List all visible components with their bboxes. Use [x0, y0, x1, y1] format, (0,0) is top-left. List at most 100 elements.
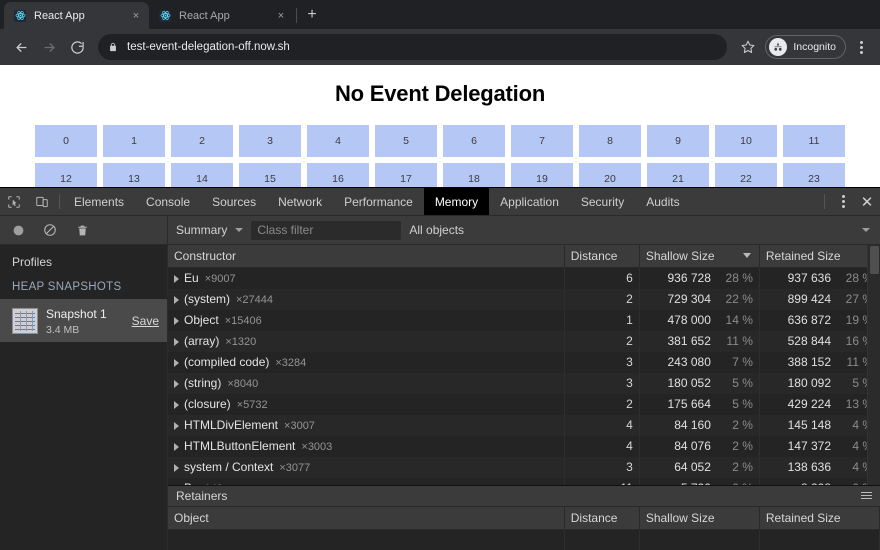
- vertical-scrollbar[interactable]: [867, 245, 880, 485]
- no-entry-icon[interactable]: [40, 220, 60, 240]
- table-row[interactable]: Eu ×9007 6 936 728 28 % 937 636 28 %: [168, 267, 880, 289]
- class-filter-input[interactable]: [251, 220, 402, 240]
- retainers-column-object[interactable]: Object: [168, 506, 565, 530]
- forward-button[interactable]: [36, 34, 62, 60]
- page-button-15[interactable]: 15: [239, 163, 301, 187]
- address-bar[interactable]: test-event-delegation-off.now.sh: [98, 34, 728, 60]
- page-button-3[interactable]: 3: [239, 125, 301, 157]
- page-button-11[interactable]: 11: [783, 125, 845, 157]
- inspect-element-icon[interactable]: [0, 188, 28, 215]
- tab-security[interactable]: Security: [570, 188, 635, 215]
- back-button[interactable]: [8, 34, 34, 60]
- table-row[interactable]: system / Context ×3077 3 64 052 2 % 138 636 4 …: [168, 456, 880, 478]
- cell-constructor: (system) ×27444: [168, 288, 565, 310]
- expand-triangle-icon[interactable]: [174, 463, 179, 472]
- column-header-constructor[interactable]: Constructor: [168, 245, 565, 268]
- close-icon[interactable]: ✕: [854, 188, 880, 215]
- page-button-1[interactable]: 1: [103, 125, 165, 157]
- table-row[interactable]: [168, 529, 880, 550]
- tab-elements[interactable]: Elements: [63, 188, 135, 215]
- tab-memory[interactable]: Memory: [423, 188, 490, 215]
- table-row[interactable]: (system) ×27444 2 729 304 22 % 899 424 27 %: [168, 288, 880, 310]
- save-snapshot-link[interactable]: Save: [132, 314, 159, 328]
- column-header-shallow-size[interactable]: Shallow Size: [639, 245, 760, 268]
- page-button-19[interactable]: 19: [511, 163, 573, 187]
- column-header-retained-size[interactable]: Retained Size: [759, 245, 880, 268]
- retainers-column-distance[interactable]: Distance: [564, 506, 640, 530]
- objects-select[interactable]: All objects: [401, 216, 880, 244]
- expand-triangle-icon[interactable]: [174, 316, 179, 325]
- cell-retained-size: 528 844 16 %: [759, 330, 880, 352]
- cell-shallow-size: 84 160 2 %: [639, 414, 760, 436]
- tab-audits[interactable]: Audits: [635, 188, 690, 215]
- expand-triangle-icon[interactable]: [174, 295, 179, 304]
- devtools-more-icon[interactable]: [832, 188, 854, 214]
- expand-triangle-icon[interactable]: [174, 421, 179, 430]
- tab-network[interactable]: Network: [267, 188, 333, 215]
- retainers-column-shallow-size[interactable]: Shallow Size: [639, 506, 760, 530]
- tab-console[interactable]: Console: [135, 188, 201, 215]
- cell-constructor: Eu ×9007: [168, 267, 565, 289]
- column-header-distance[interactable]: Distance: [564, 245, 640, 268]
- incognito-indicator[interactable]: Incognito: [765, 35, 846, 59]
- page-button-13[interactable]: 13: [103, 163, 165, 187]
- expand-triangle-icon[interactable]: [174, 442, 179, 451]
- retainers-body: Object Distance Shallow Size Retained Si…: [168, 506, 880, 550]
- expand-triangle-icon[interactable]: [174, 275, 179, 284]
- page-button-18[interactable]: 18: [443, 163, 505, 187]
- page-button-4[interactable]: 4: [307, 125, 369, 157]
- table-row[interactable]: (closure) ×5732 2 175 664 5 % 429 224 13 %: [168, 393, 880, 415]
- reload-button[interactable]: [64, 34, 90, 60]
- page-button-9[interactable]: 9: [647, 125, 709, 157]
- view-select[interactable]: Summary: [168, 216, 251, 244]
- page-button-10[interactable]: 10: [715, 125, 777, 157]
- scrollbar-thumb[interactable]: [870, 246, 879, 274]
- table-row[interactable]: (compiled code) ×3284 3 243 080 7 % 388 152 11…: [168, 351, 880, 373]
- browser-tab-1[interactable]: React App ×: [149, 2, 294, 29]
- page-button-17[interactable]: 17: [375, 163, 437, 187]
- trash-icon[interactable]: [72, 220, 92, 240]
- table-row[interactable]: (string) ×8040 3 180 052 5 % 180 092 5 %: [168, 372, 880, 394]
- expand-triangle-icon[interactable]: [174, 358, 179, 367]
- table-row[interactable]: (array) ×1320 2 381 652 11 % 528 844 16 %: [168, 330, 880, 352]
- hamburger-icon[interactable]: [861, 492, 872, 499]
- page-button-7[interactable]: 7: [511, 125, 573, 157]
- table-row[interactable]: HTMLButtonElement ×3003 4 84 076 2 % 147 372 4…: [168, 435, 880, 457]
- page-button-16[interactable]: 16: [307, 163, 369, 187]
- kebab-menu-icon[interactable]: [850, 34, 872, 60]
- close-icon[interactable]: ×: [274, 9, 288, 23]
- page-button-20[interactable]: 20: [579, 163, 641, 187]
- page-button-23[interactable]: 23: [783, 163, 845, 187]
- new-tab-button[interactable]: +: [299, 2, 325, 28]
- tab-application[interactable]: Application: [489, 188, 570, 215]
- close-icon[interactable]: ×: [129, 9, 143, 23]
- page-button-12[interactable]: 12: [35, 163, 97, 187]
- chevron-down-icon: [235, 228, 244, 232]
- expand-triangle-icon[interactable]: [174, 400, 179, 409]
- page-button-8[interactable]: 8: [579, 125, 641, 157]
- expand-triangle-icon[interactable]: [174, 337, 179, 346]
- expand-triangle-icon[interactable]: [174, 379, 179, 388]
- cell-shallow-size: 381 652 11 %: [639, 330, 760, 352]
- cell-retained-size: 899 424 27 %: [759, 288, 880, 310]
- table-row[interactable]: B ×143 11 5 720 0 % 8 2080 %: [168, 477, 880, 485]
- retainers-column-retained-size[interactable]: Retained Size: [759, 506, 880, 530]
- snapshot-list-item[interactable]: Snapshot 1 3.4 MB Save: [0, 299, 167, 342]
- page-button-0[interactable]: 0: [35, 125, 97, 157]
- device-toolbar-icon[interactable]: [28, 188, 56, 215]
- page-button-6[interactable]: 6: [443, 125, 505, 157]
- page-button-14[interactable]: 14: [171, 163, 233, 187]
- page-button-2[interactable]: 2: [171, 125, 233, 157]
- record-circle-icon[interactable]: [8, 220, 28, 240]
- page-button-21[interactable]: 21: [647, 163, 709, 187]
- table-row[interactable]: Object ×15406 1 478 000 14 % 636 872 19 %: [168, 309, 880, 331]
- tab-performance[interactable]: Performance: [333, 188, 424, 215]
- page-button-5[interactable]: 5: [375, 125, 437, 157]
- table-row[interactable]: HTMLDivElement ×3007 4 84 160 2 % 145 148 4 %: [168, 414, 880, 436]
- tab-sources[interactable]: Sources: [201, 188, 267, 215]
- constructor-count: ×9007: [204, 273, 236, 286]
- browser-tab-0[interactable]: React App ×: [4, 2, 149, 29]
- retainers-header-row: Object Distance Shallow Size Retained Si…: [168, 506, 880, 530]
- star-icon[interactable]: [737, 36, 759, 58]
- page-button-22[interactable]: 22: [715, 163, 777, 187]
